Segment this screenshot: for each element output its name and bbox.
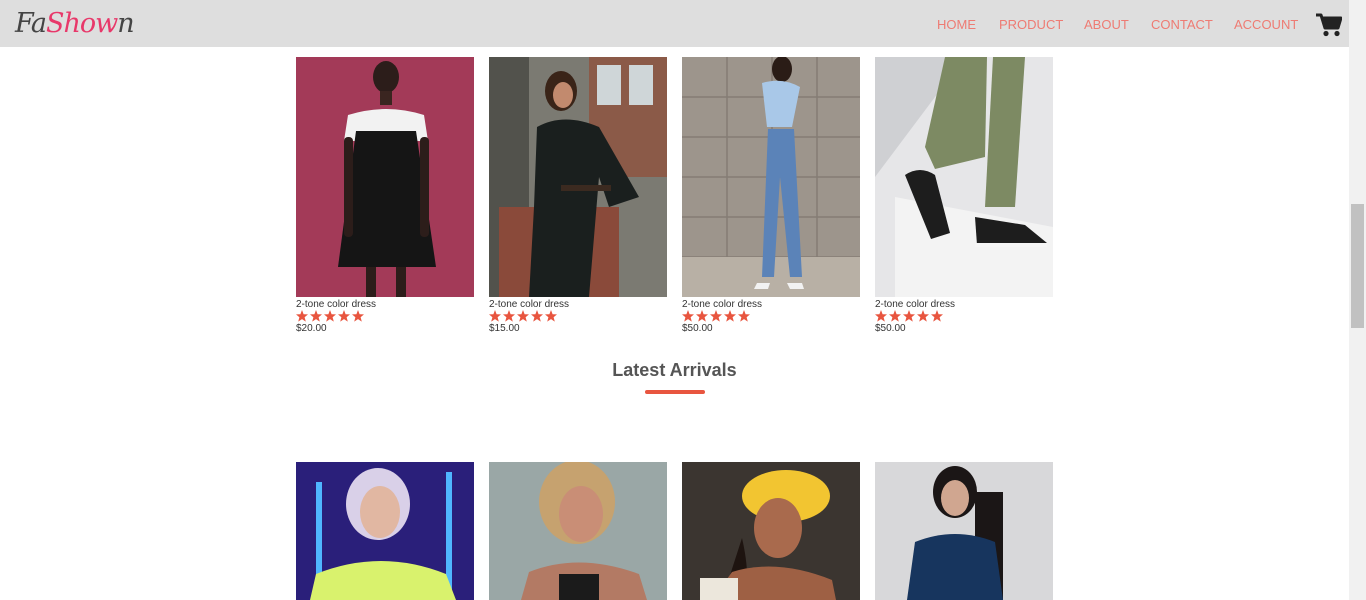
product-image[interactable] (682, 57, 860, 297)
nav-link-home[interactable]: HOME (937, 17, 976, 32)
scrollbar-thumb[interactable] (1351, 204, 1364, 328)
product-name[interactable]: 2-tone color dress (682, 299, 762, 310)
rating-stars (489, 310, 557, 322)
product-name[interactable]: 2-tone color dress (296, 299, 376, 310)
heading-underline (645, 390, 705, 394)
product-price: $50.00 (875, 323, 906, 334)
rating-stars (682, 310, 750, 322)
product-name[interactable]: 2-tone color dress (875, 299, 955, 310)
nav-link-account[interactable]: ACCOUNT (1234, 17, 1298, 32)
latest-arrivals-heading: Latest Arrivals (612, 360, 737, 380)
product-price: $15.00 (489, 323, 520, 334)
product-price: $20.00 (296, 323, 327, 334)
arrival-image[interactable] (875, 462, 1053, 600)
top-navbar: FaShown HOME PRODUCT ABOUT CONTACT ACCOU… (0, 0, 1349, 47)
arrival-image[interactable] (296, 462, 474, 600)
product-image[interactable] (875, 57, 1053, 297)
logo-text-part2: Show (46, 8, 118, 39)
product-image[interactable] (296, 57, 474, 297)
rating-stars (296, 310, 364, 322)
product-image[interactable] (489, 57, 667, 297)
product-name[interactable]: 2-tone color dress (489, 299, 569, 310)
logo-text-part3: n (117, 8, 134, 39)
arrival-image[interactable] (489, 462, 667, 600)
nav-link-product[interactable]: PRODUCT (999, 17, 1063, 32)
nav-link-about[interactable]: ABOUT (1084, 17, 1129, 32)
brand-logo[interactable]: FaShown (15, 4, 135, 44)
nav-link-contact[interactable]: CONTACT (1151, 17, 1213, 32)
logo-text-part1: Fa (15, 8, 47, 39)
product-price: $50.00 (682, 323, 713, 334)
arrival-image[interactable] (682, 462, 860, 600)
shopping-cart-icon[interactable] (1316, 13, 1342, 37)
rating-stars (875, 310, 943, 322)
